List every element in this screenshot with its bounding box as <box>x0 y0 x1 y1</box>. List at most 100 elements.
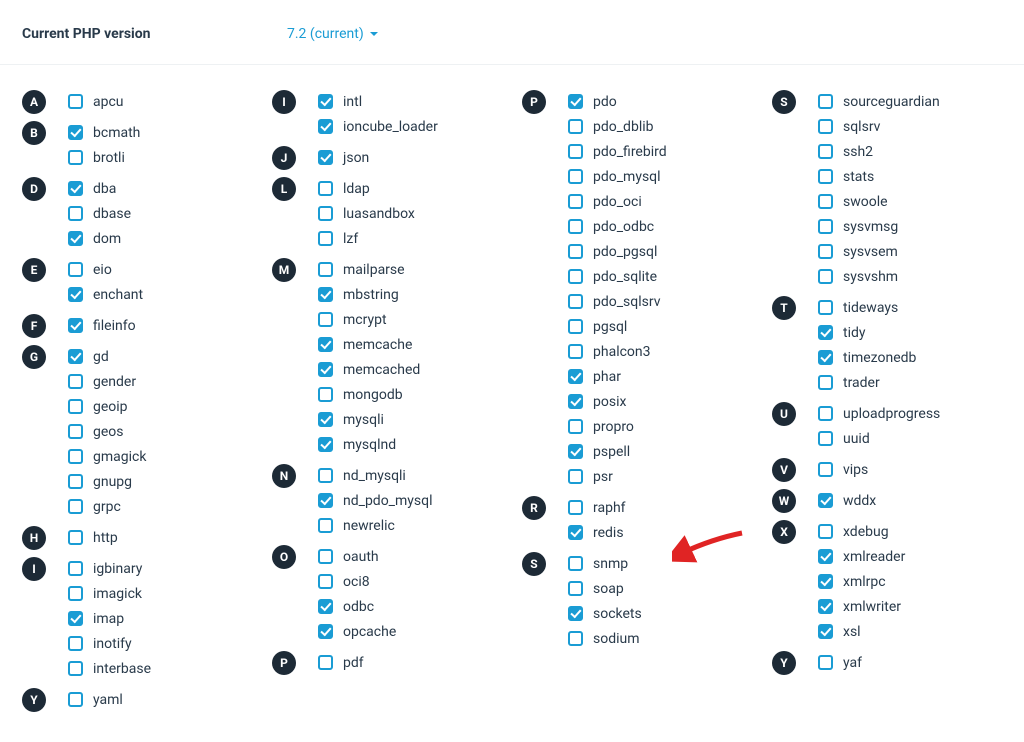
extension-checkbox[interactable] <box>568 319 583 334</box>
extension-checkbox[interactable] <box>68 636 83 651</box>
extension-checkbox[interactable] <box>818 350 833 365</box>
extension-checkbox[interactable] <box>568 219 583 234</box>
extension-checkbox[interactable] <box>318 599 333 614</box>
extension-checkbox[interactable] <box>68 374 83 389</box>
extension-row: Rraphf <box>522 495 762 520</box>
extension-checkbox[interactable] <box>568 525 583 540</box>
extension-checkbox[interactable] <box>818 300 833 315</box>
extension-checkbox[interactable] <box>818 244 833 259</box>
extension-checkbox[interactable] <box>318 387 333 402</box>
extension-checkbox[interactable] <box>318 262 333 277</box>
column: Ssourceguardiansqlsrvssh2statsswoolesysv… <box>762 87 1012 716</box>
extension-checkbox[interactable] <box>818 169 833 184</box>
extension-checkbox[interactable] <box>568 94 583 109</box>
extension-checkbox[interactable] <box>818 655 833 670</box>
extension-checkbox[interactable] <box>818 375 833 390</box>
extension-checkbox[interactable] <box>818 549 833 564</box>
extension-checkbox[interactable] <box>68 499 83 514</box>
extension-checkbox[interactable] <box>318 468 333 483</box>
extension-checkbox[interactable] <box>568 119 583 134</box>
extension-checkbox[interactable] <box>818 462 833 477</box>
extension-checkbox[interactable] <box>568 294 583 309</box>
extension-checkbox[interactable] <box>318 518 333 533</box>
extension-checkbox[interactable] <box>68 661 83 676</box>
extension-checkbox[interactable] <box>568 469 583 484</box>
extension-checkbox[interactable] <box>568 369 583 384</box>
extension-checkbox[interactable] <box>568 500 583 515</box>
letter-badge: N <box>272 464 296 488</box>
extension-checkbox[interactable] <box>68 262 83 277</box>
extension-checkbox[interactable] <box>318 412 333 427</box>
extension-checkbox[interactable] <box>68 449 83 464</box>
extension-label: timezonedb <box>843 350 916 366</box>
extension-checkbox[interactable] <box>68 474 83 489</box>
extension-checkbox[interactable] <box>318 437 333 452</box>
extension-checkbox[interactable] <box>318 119 333 134</box>
extension-checkbox[interactable] <box>568 556 583 571</box>
extension-checkbox[interactable] <box>568 169 583 184</box>
extension-checkbox[interactable] <box>818 524 833 539</box>
extension-checkbox[interactable] <box>818 219 833 234</box>
extension-checkbox[interactable] <box>68 349 83 364</box>
extension-checkbox[interactable] <box>68 611 83 626</box>
extension-checkbox[interactable] <box>318 624 333 639</box>
extension-checkbox[interactable] <box>318 181 333 196</box>
extension-checkbox[interactable] <box>318 655 333 670</box>
extension-checkbox[interactable] <box>818 325 833 340</box>
extension-checkbox[interactable] <box>568 194 583 209</box>
extension-checkbox[interactable] <box>318 493 333 508</box>
extension-checkbox[interactable] <box>318 206 333 221</box>
extension-checkbox[interactable] <box>318 574 333 589</box>
extension-checkbox[interactable] <box>818 144 833 159</box>
extension-checkbox[interactable] <box>818 493 833 508</box>
extension-checkbox[interactable] <box>818 599 833 614</box>
extension-checkbox[interactable] <box>568 269 583 284</box>
extension-checkbox[interactable] <box>318 549 333 564</box>
extension-checkbox[interactable] <box>68 586 83 601</box>
extension-checkbox[interactable] <box>568 144 583 159</box>
extension-checkbox[interactable] <box>68 125 83 140</box>
extension-checkbox[interactable] <box>68 231 83 246</box>
extension-checkbox[interactable] <box>568 344 583 359</box>
extension-checkbox[interactable] <box>318 150 333 165</box>
extension-checkbox[interactable] <box>318 337 333 352</box>
extension-checkbox[interactable] <box>68 206 83 221</box>
extension-checkbox[interactable] <box>318 94 333 109</box>
extension-checkbox[interactable] <box>568 444 583 459</box>
extension-checkbox[interactable] <box>568 244 583 259</box>
extension-checkbox[interactable] <box>818 194 833 209</box>
extension-label: psr <box>593 469 613 485</box>
php-version-dropdown[interactable]: 7.2 (current) <box>287 26 378 42</box>
extension-label: xmlrpc <box>843 574 886 590</box>
extension-checkbox[interactable] <box>68 424 83 439</box>
letter-group: Uuploadprogressuuid <box>762 399 1012 455</box>
extension-checkbox[interactable] <box>568 419 583 434</box>
extension-row: sysvshm <box>818 264 1012 289</box>
extension-checkbox[interactable] <box>68 181 83 196</box>
extension-checkbox[interactable] <box>68 150 83 165</box>
extension-checkbox[interactable] <box>568 606 583 621</box>
extension-checkbox[interactable] <box>318 362 333 377</box>
extension-checkbox[interactable] <box>818 94 833 109</box>
extension-checkbox[interactable] <box>818 269 833 284</box>
extension-checkbox[interactable] <box>68 561 83 576</box>
extension-checkbox[interactable] <box>818 624 833 639</box>
extension-checkbox[interactable] <box>68 399 83 414</box>
extension-checkbox[interactable] <box>818 406 833 421</box>
extension-checkbox[interactable] <box>68 692 83 707</box>
extension-checkbox[interactable] <box>818 574 833 589</box>
extension-checkbox[interactable] <box>568 631 583 646</box>
extension-label: pdo_pgsql <box>593 244 657 260</box>
extension-row: mysqli <box>318 407 512 432</box>
extension-checkbox[interactable] <box>318 287 333 302</box>
extension-checkbox[interactable] <box>68 287 83 302</box>
extension-checkbox[interactable] <box>818 119 833 134</box>
extension-checkbox[interactable] <box>568 581 583 596</box>
extension-checkbox[interactable] <box>318 231 333 246</box>
extension-checkbox[interactable] <box>318 312 333 327</box>
extension-checkbox[interactable] <box>68 530 83 545</box>
extension-checkbox[interactable] <box>818 431 833 446</box>
extension-checkbox[interactable] <box>68 94 83 109</box>
extension-checkbox[interactable] <box>568 394 583 409</box>
extension-checkbox[interactable] <box>68 318 83 333</box>
